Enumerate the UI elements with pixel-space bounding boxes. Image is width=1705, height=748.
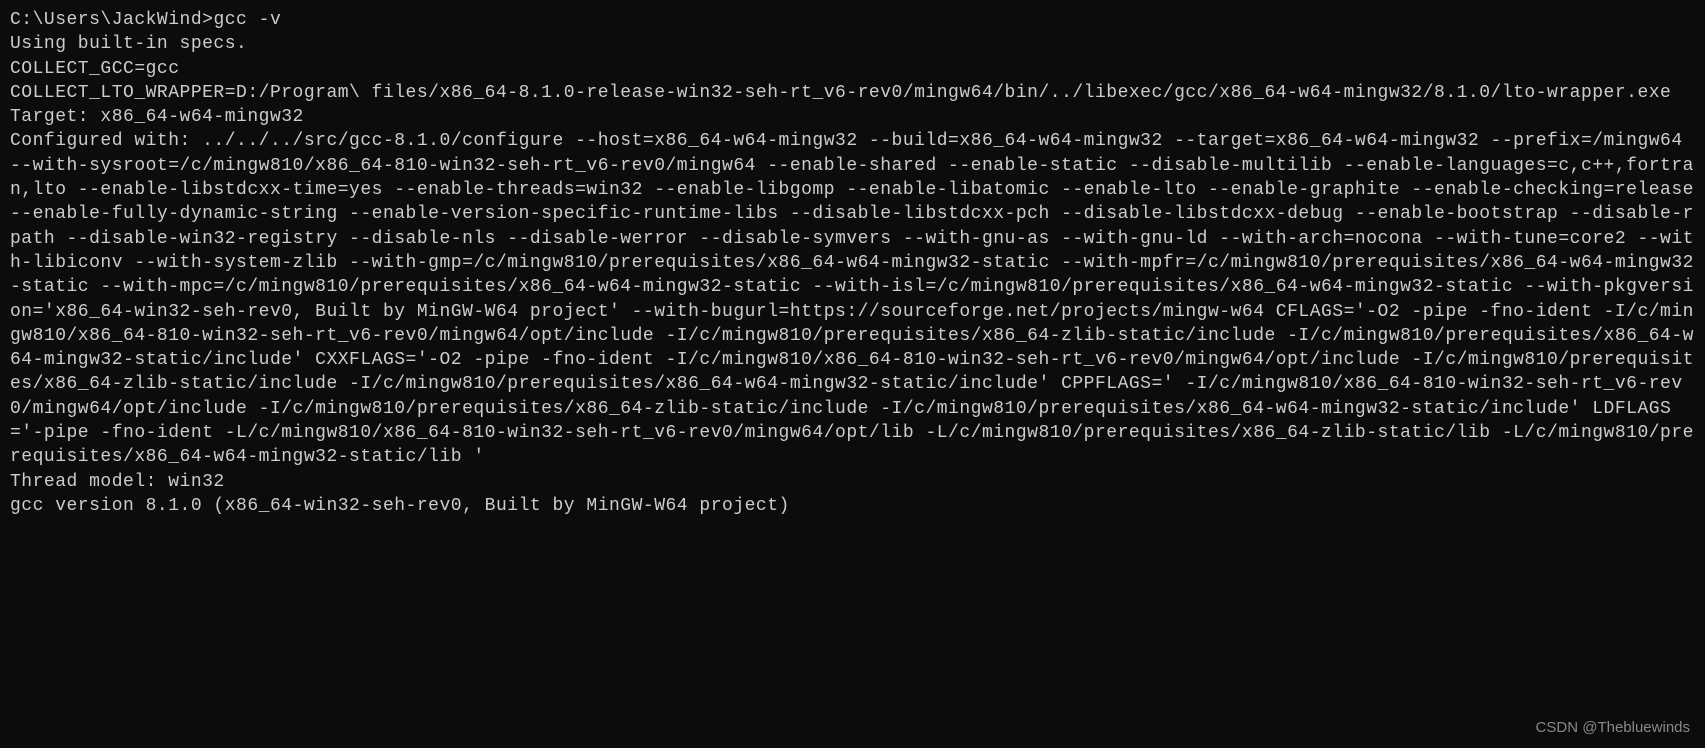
watermark: CSDN @Thebluewinds xyxy=(1536,718,1690,738)
output-line: gcc version 8.1.0 (x86_64-win32-seh-rev0… xyxy=(10,496,790,516)
output-line: Thread model: win32 xyxy=(10,472,225,492)
output-line: Configured with: ../../../src/gcc-8.1.0/… xyxy=(10,131,1705,467)
terminal-output[interactable]: C:\Users\JackWind>gcc -v Using built-in … xyxy=(10,8,1695,518)
output-line: Using built-in specs. xyxy=(10,34,247,54)
output-line: Target: x86_64-w64-mingw32 xyxy=(10,107,304,127)
command-text: gcc -v xyxy=(213,10,281,30)
output-line: COLLECT_LTO_WRAPPER=D:/Program\ files/x8… xyxy=(10,83,1671,103)
output-line: COLLECT_GCC=gcc xyxy=(10,59,180,79)
prompt: C:\Users\JackWind> xyxy=(10,10,213,30)
